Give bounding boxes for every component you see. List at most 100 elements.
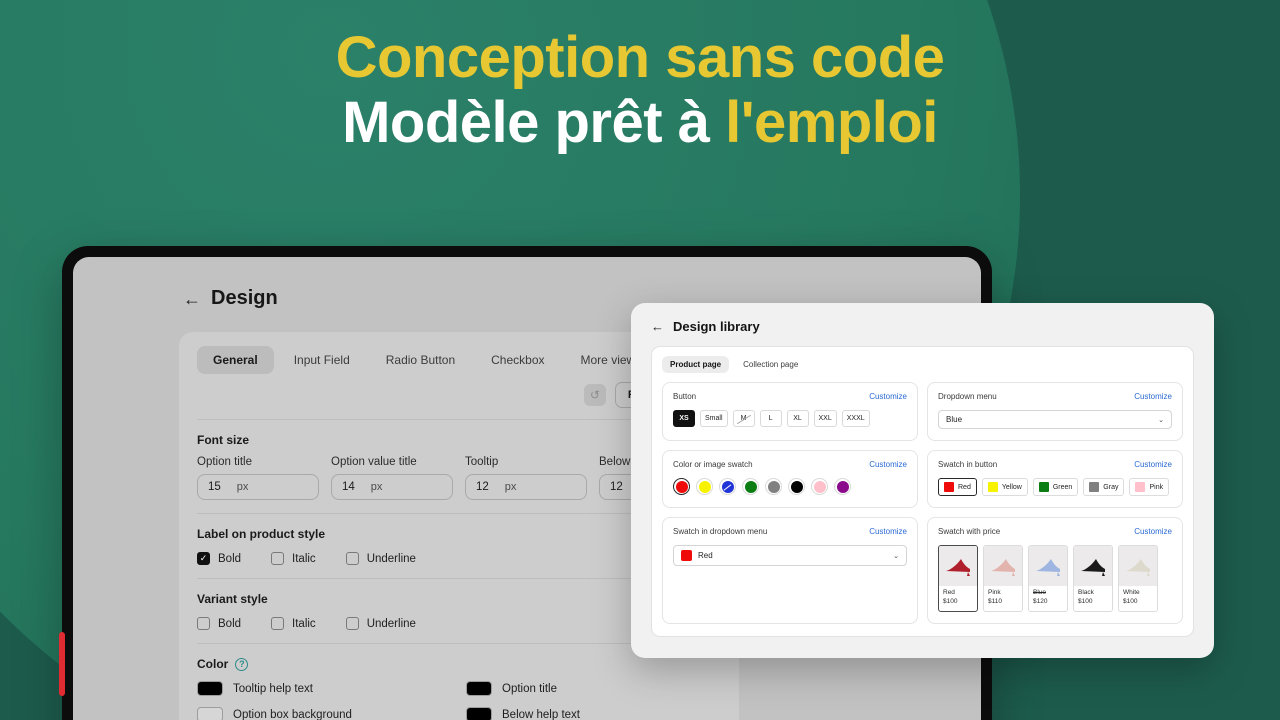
customize-link[interactable]: Customize (1134, 460, 1172, 469)
undo-icon[interactable]: ↺ (583, 384, 606, 406)
number-input[interactable]: 12 px (465, 474, 587, 500)
customize-link[interactable]: Customize (869, 392, 907, 401)
swatch-dot (790, 480, 803, 493)
swatch-red[interactable] (673, 478, 690, 495)
swatch-gray[interactable] (765, 478, 782, 495)
shoe-image (984, 546, 1022, 586)
checkbox-label: Bold (218, 617, 242, 630)
color-row-option-box-background[interactable]: Option box background (197, 707, 452, 720)
field-unit: px (236, 481, 249, 493)
tab-product-page[interactable]: Product page (662, 356, 730, 373)
product-swatch-black[interactable]: Black $100 (1073, 545, 1113, 612)
tab-radio-button[interactable]: Radio Button (370, 346, 471, 374)
chip-red[interactable]: Red (938, 478, 977, 496)
swatch-purple[interactable] (834, 478, 851, 495)
library-grid: Button Customize XS Small M L XL XXL XXX… (662, 382, 1183, 624)
color-swatch[interactable] (197, 707, 223, 720)
arrow-left-icon[interactable]: ← (183, 290, 201, 308)
dropdown-select[interactable]: Blue ⌄ (938, 410, 1172, 429)
product-swatch-pink[interactable]: Pink $110 (983, 545, 1023, 612)
chip-label: Yellow (1001, 483, 1022, 491)
checkbox-label: Bold (218, 552, 242, 565)
checkbox-box (345, 552, 359, 565)
size-button-small[interactable]: Small (700, 410, 728, 427)
tab-general[interactable]: General (197, 346, 274, 374)
field-value: 12 (476, 481, 489, 493)
customize-link[interactable]: Customize (869, 460, 907, 469)
chip-label: Red (958, 483, 971, 491)
shoe-meta: Blue $120 (1029, 586, 1067, 611)
swatch-green[interactable] (742, 478, 759, 495)
color-row-option-title[interactable]: Option title (466, 681, 721, 696)
shoe-name: Blue (1033, 589, 1047, 596)
field-option-title: Option title 15 px (197, 456, 319, 500)
checkbox-label-underline[interactable]: Underline (345, 552, 416, 565)
tab-collection-page[interactable]: Collection page (735, 356, 806, 373)
swatch-pink[interactable] (811, 478, 828, 495)
size-button-l[interactable]: L (759, 410, 782, 427)
chip-pink[interactable]: Pink (1129, 478, 1170, 496)
headline-line-2-highlight: l'emploi (725, 89, 938, 155)
color-row-tooltip-help-text[interactable]: Tooltip help text (197, 681, 452, 696)
color-swatch[interactable] (466, 681, 492, 696)
color-label: Tooltip help text (233, 682, 313, 695)
tab-input-field[interactable]: Input Field (278, 346, 366, 374)
shoe-price: $100 (1123, 597, 1138, 605)
swatch-yellow[interactable] (696, 478, 713, 495)
page-title: Design (211, 287, 278, 309)
swatch-dot (836, 480, 849, 493)
promo-headline: Conception sans code Modèle prêt à l'emp… (0, 25, 1280, 156)
shoe-meta: Red $100 (939, 586, 977, 611)
shoe-image (1029, 546, 1067, 586)
chip-gray[interactable]: Gray (1083, 478, 1125, 496)
checkbox-variant-bold[interactable]: Bold (197, 617, 241, 630)
product-swatch-blue[interactable]: Blue $120 (1028, 545, 1068, 612)
color-swatch[interactable] (466, 707, 492, 720)
field-label: Tooltip (465, 456, 499, 468)
checkbox-box (271, 617, 285, 630)
color-swatch-group (673, 478, 907, 495)
number-input[interactable]: 14 px (331, 474, 453, 500)
field-tooltip: Tooltip 12 px (465, 456, 587, 500)
swatch-dropdown-select[interactable]: Red ⌄ (673, 545, 907, 566)
checkbox-label-italic[interactable]: Italic (271, 552, 316, 565)
card-header: Dropdown menu Customize (938, 392, 1172, 401)
arrow-left-icon[interactable]: ← (651, 320, 664, 333)
product-swatch-red[interactable]: Red $100 (938, 545, 978, 612)
tablet-power-button[interactable] (59, 632, 65, 696)
checkbox-variant-italic[interactable]: Italic (271, 617, 316, 630)
size-button-xxl[interactable]: XXL (813, 410, 837, 427)
checkbox-variant-underline[interactable]: Underline (345, 617, 416, 630)
customize-link[interactable]: Customize (869, 527, 907, 536)
shoe-image (1119, 546, 1157, 586)
number-input[interactable]: 15 px (197, 474, 319, 500)
dropdown-value: Red (698, 551, 713, 560)
dropdown-value: Blue (946, 415, 963, 424)
swatch-blue[interactable] (719, 478, 736, 495)
shoe-meta: Black $100 (1074, 586, 1112, 611)
size-button-xl[interactable]: XL (786, 410, 809, 427)
tab-checkbox[interactable]: Checkbox (475, 346, 560, 374)
chip-swatch (987, 482, 998, 492)
check-icon: ✓ (197, 552, 210, 565)
swatch-dot (721, 480, 734, 493)
size-button-xs[interactable]: XS (673, 410, 695, 427)
size-button-m[interactable]: M (732, 410, 755, 427)
color-row-below-help-text[interactable]: Below help text (466, 707, 721, 720)
swatch-dot (744, 480, 757, 493)
color-settings-grid: Tooltip help text Option title Option bo… (197, 681, 721, 720)
swatch-black[interactable] (788, 478, 805, 495)
size-button-xxxl[interactable]: XXXL (841, 410, 870, 427)
dropdown-swatch (681, 550, 692, 561)
checkbox-box (271, 552, 285, 565)
shoe-name: Pink (988, 589, 1001, 596)
customize-link[interactable]: Customize (1134, 527, 1172, 536)
color-swatch[interactable] (197, 681, 223, 696)
product-swatch-white[interactable]: White $100 (1118, 545, 1158, 612)
customize-link[interactable]: Customize (1134, 392, 1172, 401)
question-mark-icon[interactable]: ? (235, 657, 249, 671)
chip-yellow[interactable]: Yellow (981, 478, 1028, 496)
checkbox-label-bold[interactable]: ✓ Bold (197, 552, 241, 565)
chip-green[interactable]: Green (1032, 478, 1079, 496)
shoe-image (939, 546, 977, 586)
